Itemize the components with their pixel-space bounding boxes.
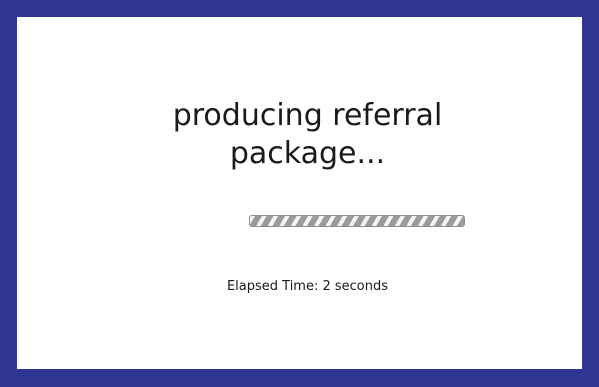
progress-bar-fill	[250, 216, 464, 226]
dialog-panel: producing referral package... Elapsed Ti…	[17, 17, 582, 369]
elapsed-time-label: Elapsed Time: 2 seconds	[226, 279, 389, 294]
dialog-frame: producing referral package... Elapsed Ti…	[0, 0, 599, 387]
status-title-line-2: package...	[229, 136, 386, 171]
status-title: producing referral package...	[17, 97, 582, 173]
progress-bar	[249, 215, 465, 227]
status-title-line-1: producing referral	[172, 98, 443, 133]
